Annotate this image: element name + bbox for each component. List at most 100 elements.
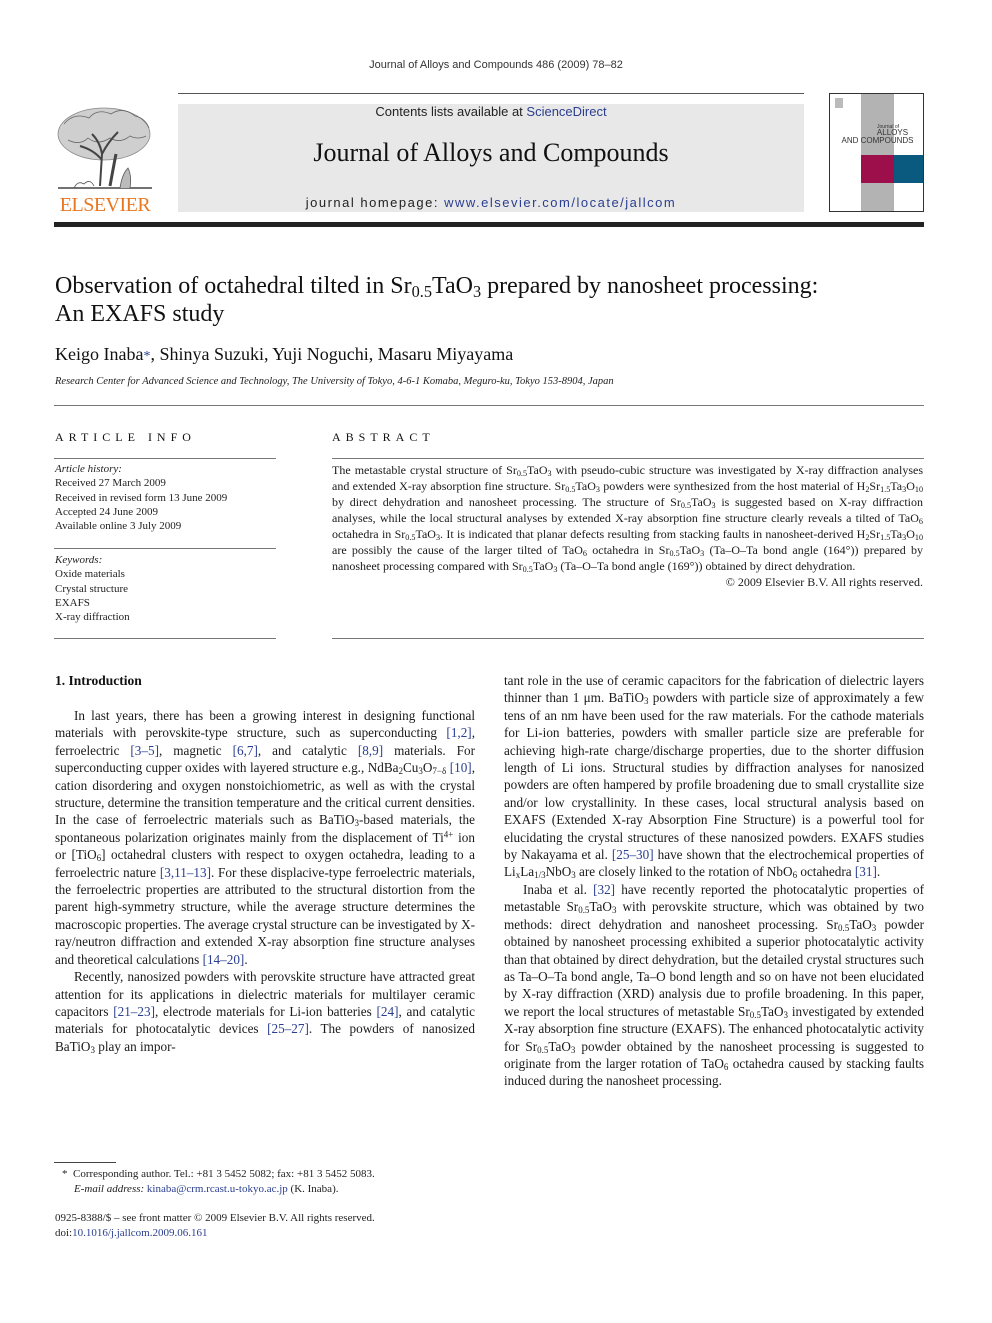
abstract-copyright: © 2009 Elsevier B.V. All rights reserved… <box>725 575 923 589</box>
divider <box>54 458 276 459</box>
paragraph: Inaba et al. [32] have recently reported… <box>504 881 924 1090</box>
masthead-thick-rule <box>54 222 924 227</box>
title-subscript: 0.5 <box>411 282 432 302</box>
citation-link[interactable]: [3–5] <box>130 743 159 758</box>
abstract-fragment: TaO <box>679 543 701 557</box>
history-item: Received 27 March 2009 <box>55 477 166 490</box>
abstract-fragment: by direct dehydration and nanosheet proc… <box>332 495 681 509</box>
section-heading-introduction: 1. Introduction <box>55 673 142 688</box>
text: play an impor- <box>94 1038 176 1054</box>
citation-link[interactable]: [24] <box>377 1004 399 1019</box>
homepage-prefix: journal homepage: <box>305 195 445 210</box>
citation-link[interactable]: [6,7] <box>233 743 258 758</box>
body-column-left: In last years, there has been a growing … <box>55 707 475 1055</box>
divider <box>54 405 924 406</box>
citation-link[interactable]: [21–23] <box>113 1004 155 1019</box>
citation-link[interactable]: [32] <box>593 882 615 897</box>
text: , electrode materials for Li-ion batteri… <box>154 1003 377 1019</box>
cover-publisher-icon <box>835 98 843 108</box>
journal-homepage-line: journal homepage: www.elsevier.com/locat… <box>178 195 804 210</box>
abstract-fragment: . It is indicated that planar defects re… <box>440 527 866 541</box>
subscript: 0.5 <box>565 485 576 495</box>
abstract-text: The metastable crystal structure of Sr0.… <box>332 462 923 590</box>
subscript: 0.5 <box>837 922 850 933</box>
citation-link[interactable]: [25–27] <box>267 1021 309 1036</box>
abstract-fragment: The metastable crystal structure of Sr <box>332 463 517 477</box>
abstract-fragment: TaO <box>532 559 554 573</box>
abstract-fragment: TaO <box>691 495 712 509</box>
abstract-fragment: TaO <box>527 463 548 477</box>
text: powders with particle size of approximat… <box>504 690 924 863</box>
sciencedirect-link[interactable]: ScienceDirect <box>526 104 606 119</box>
text: TaO <box>849 916 872 932</box>
citation-link[interactable]: [14–20] <box>203 952 245 967</box>
text: , magnetic <box>158 742 233 758</box>
text: TaO <box>548 1038 571 1054</box>
citation-link[interactable]: [31] <box>855 864 877 879</box>
elsevier-wordmark: ELSEVIER <box>59 194 151 216</box>
subscript: 1/3 <box>534 870 546 881</box>
article-info-heading: ARTICLE INFO <box>55 430 196 444</box>
text: . <box>244 951 248 967</box>
keywords: Keywords: Oxide materials Crystal struct… <box>55 553 130 624</box>
abstract-fragment: (Ta–O–Ta bond angle (169°)) obtained by … <box>557 559 856 573</box>
journal-title: Journal of Alloys and Compounds <box>313 138 669 167</box>
keywords-label: Keywords: <box>55 554 103 566</box>
contents-prefix: Contents lists available at <box>375 104 527 119</box>
keyword-item: X-ray diffraction <box>55 611 130 624</box>
paragraph-continued: tant role in the use of ceramic capacito… <box>504 672 924 881</box>
citation-link[interactable]: [25–30] <box>612 847 654 862</box>
subscript: 1.5 <box>880 533 891 543</box>
subscript: 0.5 <box>669 549 680 559</box>
doi-line: doi:10.1016/j.jallcom.2009.06.161 <box>55 1226 375 1241</box>
article-history: Article history: Received 27 March 2009 … <box>55 462 227 533</box>
cover-magenta-block <box>861 155 894 183</box>
abstract-fragment: O <box>906 479 915 493</box>
abstract-heading: ABSTRACT <box>332 430 435 444</box>
contents-line: Contents lists available at ScienceDirec… <box>178 104 804 119</box>
history-item: Accepted 24 June 2009 <box>55 505 158 518</box>
text: NbO <box>545 864 572 880</box>
email-line: E-mail address: kinaba@crm.rcast.u-tokyo… <box>62 1182 375 1197</box>
cover-teal-block <box>894 155 923 183</box>
subscript: 0.5 <box>405 533 416 543</box>
doi-link[interactable]: 10.1016/j.jallcom.2009.06.161 <box>72 1227 207 1239</box>
author-names: , Shinya Suzuki, Yuji Noguchi, Masaru Mi… <box>150 344 514 364</box>
citation-link[interactable]: [10] <box>450 760 472 775</box>
subscript: 0.5 <box>516 469 528 479</box>
paragraph: In last years, there has been a growing … <box>55 707 475 968</box>
text: Cu <box>403 760 419 776</box>
title-text: prepared by nanosheet processing: <box>481 273 819 299</box>
email-link[interactable]: kinaba@crm.rcast.u-tokyo.ac.jp <box>147 1183 288 1195</box>
keyword-item: Crystal structure <box>55 582 129 595</box>
subscript: 10 <box>914 533 924 543</box>
email-label: E-mail address: <box>74 1182 145 1195</box>
history-item: Received in revised form 13 June 2009 <box>55 491 228 504</box>
abstract-fragment: Sr <box>869 527 881 541</box>
text: La <box>520 864 535 880</box>
citation-link[interactable]: [1,2] <box>446 725 471 740</box>
text: TaO <box>589 899 612 915</box>
text: In last years, there has been a growing … <box>55 708 475 741</box>
citation-link[interactable]: [8,9] <box>358 743 383 758</box>
abstract-fragment: TaO <box>415 527 436 541</box>
tree-icon <box>57 107 152 189</box>
footnote-marker: * <box>62 1168 68 1180</box>
abstract-fragment: O <box>906 527 915 541</box>
citation-link[interactable]: [3,11–13] <box>160 865 211 880</box>
issn-line: 0925-8388/$ – see front matter © 2009 El… <box>55 1212 375 1224</box>
author-list: Keigo Inaba*, Shinya Suzuki, Yuji Noguch… <box>55 344 513 365</box>
front-matter: 0925-8388/$ – see front matter © 2009 El… <box>55 1211 375 1241</box>
text: . <box>876 864 881 880</box>
email-suffix: (K. Inaba). <box>287 1182 339 1195</box>
running-head: Journal of Alloys and Compounds 486 (200… <box>369 59 623 71</box>
keyword-item: EXAFS <box>55 596 90 609</box>
journal-homepage-link[interactable]: www.elsevier.com/locate/jallcom <box>444 195 676 210</box>
history-item: Available online 3 July 2009 <box>55 520 182 533</box>
title-text: Observation of octahedral tilted in Sr <box>55 273 412 299</box>
abstract-fragment: Sr <box>869 479 881 493</box>
subscript: 7−δ <box>432 766 447 777</box>
text: O <box>422 760 433 776</box>
text: , and catalytic <box>257 742 358 758</box>
footnote-rule <box>54 1162 116 1163</box>
